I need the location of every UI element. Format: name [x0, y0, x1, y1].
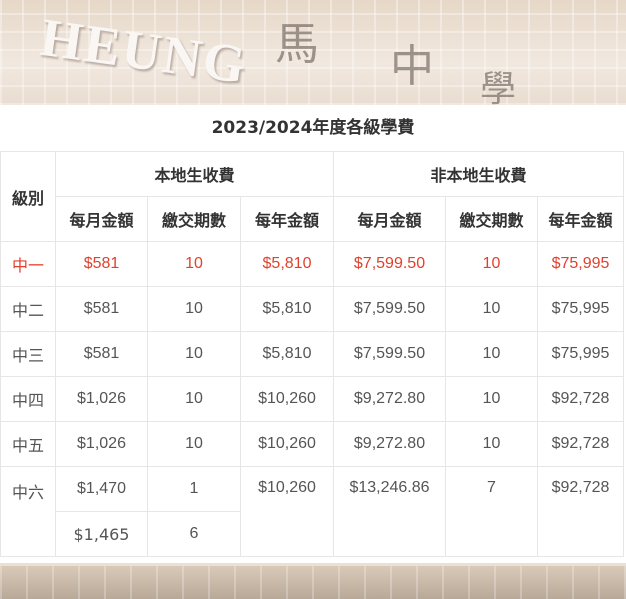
nonlocal-periods-cell: 10	[445, 421, 538, 467]
table-row-s4: 中四 $1,026 10 $10,260 $9,272.80 10 $92,72…	[0, 376, 624, 422]
banner-cjk-3: 學	[480, 69, 517, 105]
table-caption: 2023/2024年度各級學費	[211, 118, 415, 138]
nonlocal-yearly-cell: $92,728	[537, 466, 624, 557]
header-nonlocal-periods: 繳交期數	[445, 196, 538, 242]
grade-cell: 中一	[0, 241, 56, 287]
grade-cell: 中三	[0, 331, 56, 377]
fee-table-panel: 2023/2024年度各級學費 級別 本地生收費 非本地生收費 每月金額 繳交期…	[0, 105, 626, 563]
header-nonlocal-monthly: 每月金額	[333, 196, 446, 242]
local-monthly-cell: $581	[55, 286, 148, 332]
nonlocal-periods-cell: 10	[445, 286, 538, 332]
banner-text: HEUNG	[36, 6, 252, 96]
background-photo-top: HEUNG 馬 中 學	[0, 0, 626, 105]
grade-cell: 中四	[0, 376, 56, 422]
nonlocal-yearly-cell: $75,995	[537, 331, 624, 377]
header-local: 本地生收費	[55, 151, 334, 197]
table-row-s3: 中三 $581 10 $5,810 $7,599.50 10 $75,995	[0, 331, 624, 377]
background-photo-bottom	[0, 566, 626, 599]
banner-cjk-1: 馬	[275, 19, 319, 70]
local-yearly-cell: $10,260	[240, 376, 334, 422]
table-row-s2: 中二 $581 10 $5,810 $7,599.50 10 $75,995	[0, 286, 624, 332]
nonlocal-monthly-cell: $7,599.50	[333, 241, 446, 287]
local-periods-cell: 1	[147, 466, 241, 512]
table-row-s1: 中一 $581 10 $5,810 $7,599.50 10 $75,995	[0, 241, 624, 287]
local-yearly-cell: $5,810	[240, 241, 334, 287]
local-periods-cell: 10	[147, 241, 241, 287]
local-periods-cell: 10	[147, 331, 241, 377]
nonlocal-monthly-cell: $13,246.86	[333, 466, 446, 557]
nonlocal-monthly-cell: $7,599.50	[333, 331, 446, 377]
grade-cell: 中六	[0, 466, 56, 557]
header-row-fields: 每月金額 繳交期數 每年金額 每月金額 繳交期數 每年金額	[1, 196, 624, 242]
nonlocal-yearly-cell: $75,995	[537, 241, 624, 287]
banner-cjk-2: 中	[390, 41, 434, 92]
nonlocal-periods-cell: 10	[445, 241, 538, 287]
nonlocal-monthly-cell: $9,272.80	[333, 421, 446, 467]
nonlocal-periods-cell: 10	[445, 331, 538, 377]
nonlocal-yearly-cell: $75,995	[537, 286, 624, 332]
nonlocal-yearly-cell: $92,728	[537, 376, 624, 422]
grade-cell: 中二	[0, 286, 56, 332]
local-monthly-cell: $581	[55, 331, 148, 377]
local-monthly-cell: $1,026	[55, 421, 148, 467]
fee-table: 級別 本地生收費 非本地生收費 每月金額 繳交期數 每年金額 每月金額 繳交期數…	[0, 151, 624, 557]
grade-cell: 中五	[0, 421, 56, 467]
nonlocal-monthly-cell: $9,272.80	[333, 376, 446, 422]
local-periods-cell: 10	[147, 286, 241, 332]
header-local-yearly: 每年金額	[240, 196, 334, 242]
header-nonlocal-yearly: 每年金額	[537, 196, 624, 242]
local-yearly-cell: $5,810	[240, 286, 334, 332]
local-yearly-cell: $10,260	[240, 421, 334, 467]
local-monthly-cell: $1,470	[55, 466, 148, 512]
local-periods-cell: 6	[147, 511, 241, 557]
nonlocal-monthly-cell: $7,599.50	[333, 286, 446, 332]
local-monthly-cell: $1,465	[55, 511, 148, 557]
local-monthly-cell: $1,026	[55, 376, 148, 422]
nonlocal-periods-cell: 10	[445, 376, 538, 422]
header-local-monthly: 每月金額	[55, 196, 148, 242]
header-local-periods: 繳交期數	[147, 196, 241, 242]
table-row-s6: 中六 $1,470 1 $10,260 $13,246.86 7 $92,728	[0, 466, 624, 557]
local-periods-cell: 10	[147, 376, 241, 422]
local-monthly-cell: $581	[55, 241, 148, 287]
header-grade: 級別	[0, 151, 56, 242]
local-yearly-cell: $5,810	[240, 331, 334, 377]
header-nonlocal: 非本地生收費	[333, 151, 624, 197]
local-periods-cell: 10	[147, 421, 241, 467]
table-row-s5: 中五 $1,026 10 $10,260 $9,272.80 10 $92,72…	[0, 421, 624, 467]
nonlocal-yearly-cell: $92,728	[537, 421, 624, 467]
header-row-groups: 級別 本地生收費 非本地生收費	[0, 151, 624, 242]
local-yearly-cell: $10,260	[240, 466, 334, 557]
nonlocal-periods-cell: 7	[445, 466, 538, 557]
